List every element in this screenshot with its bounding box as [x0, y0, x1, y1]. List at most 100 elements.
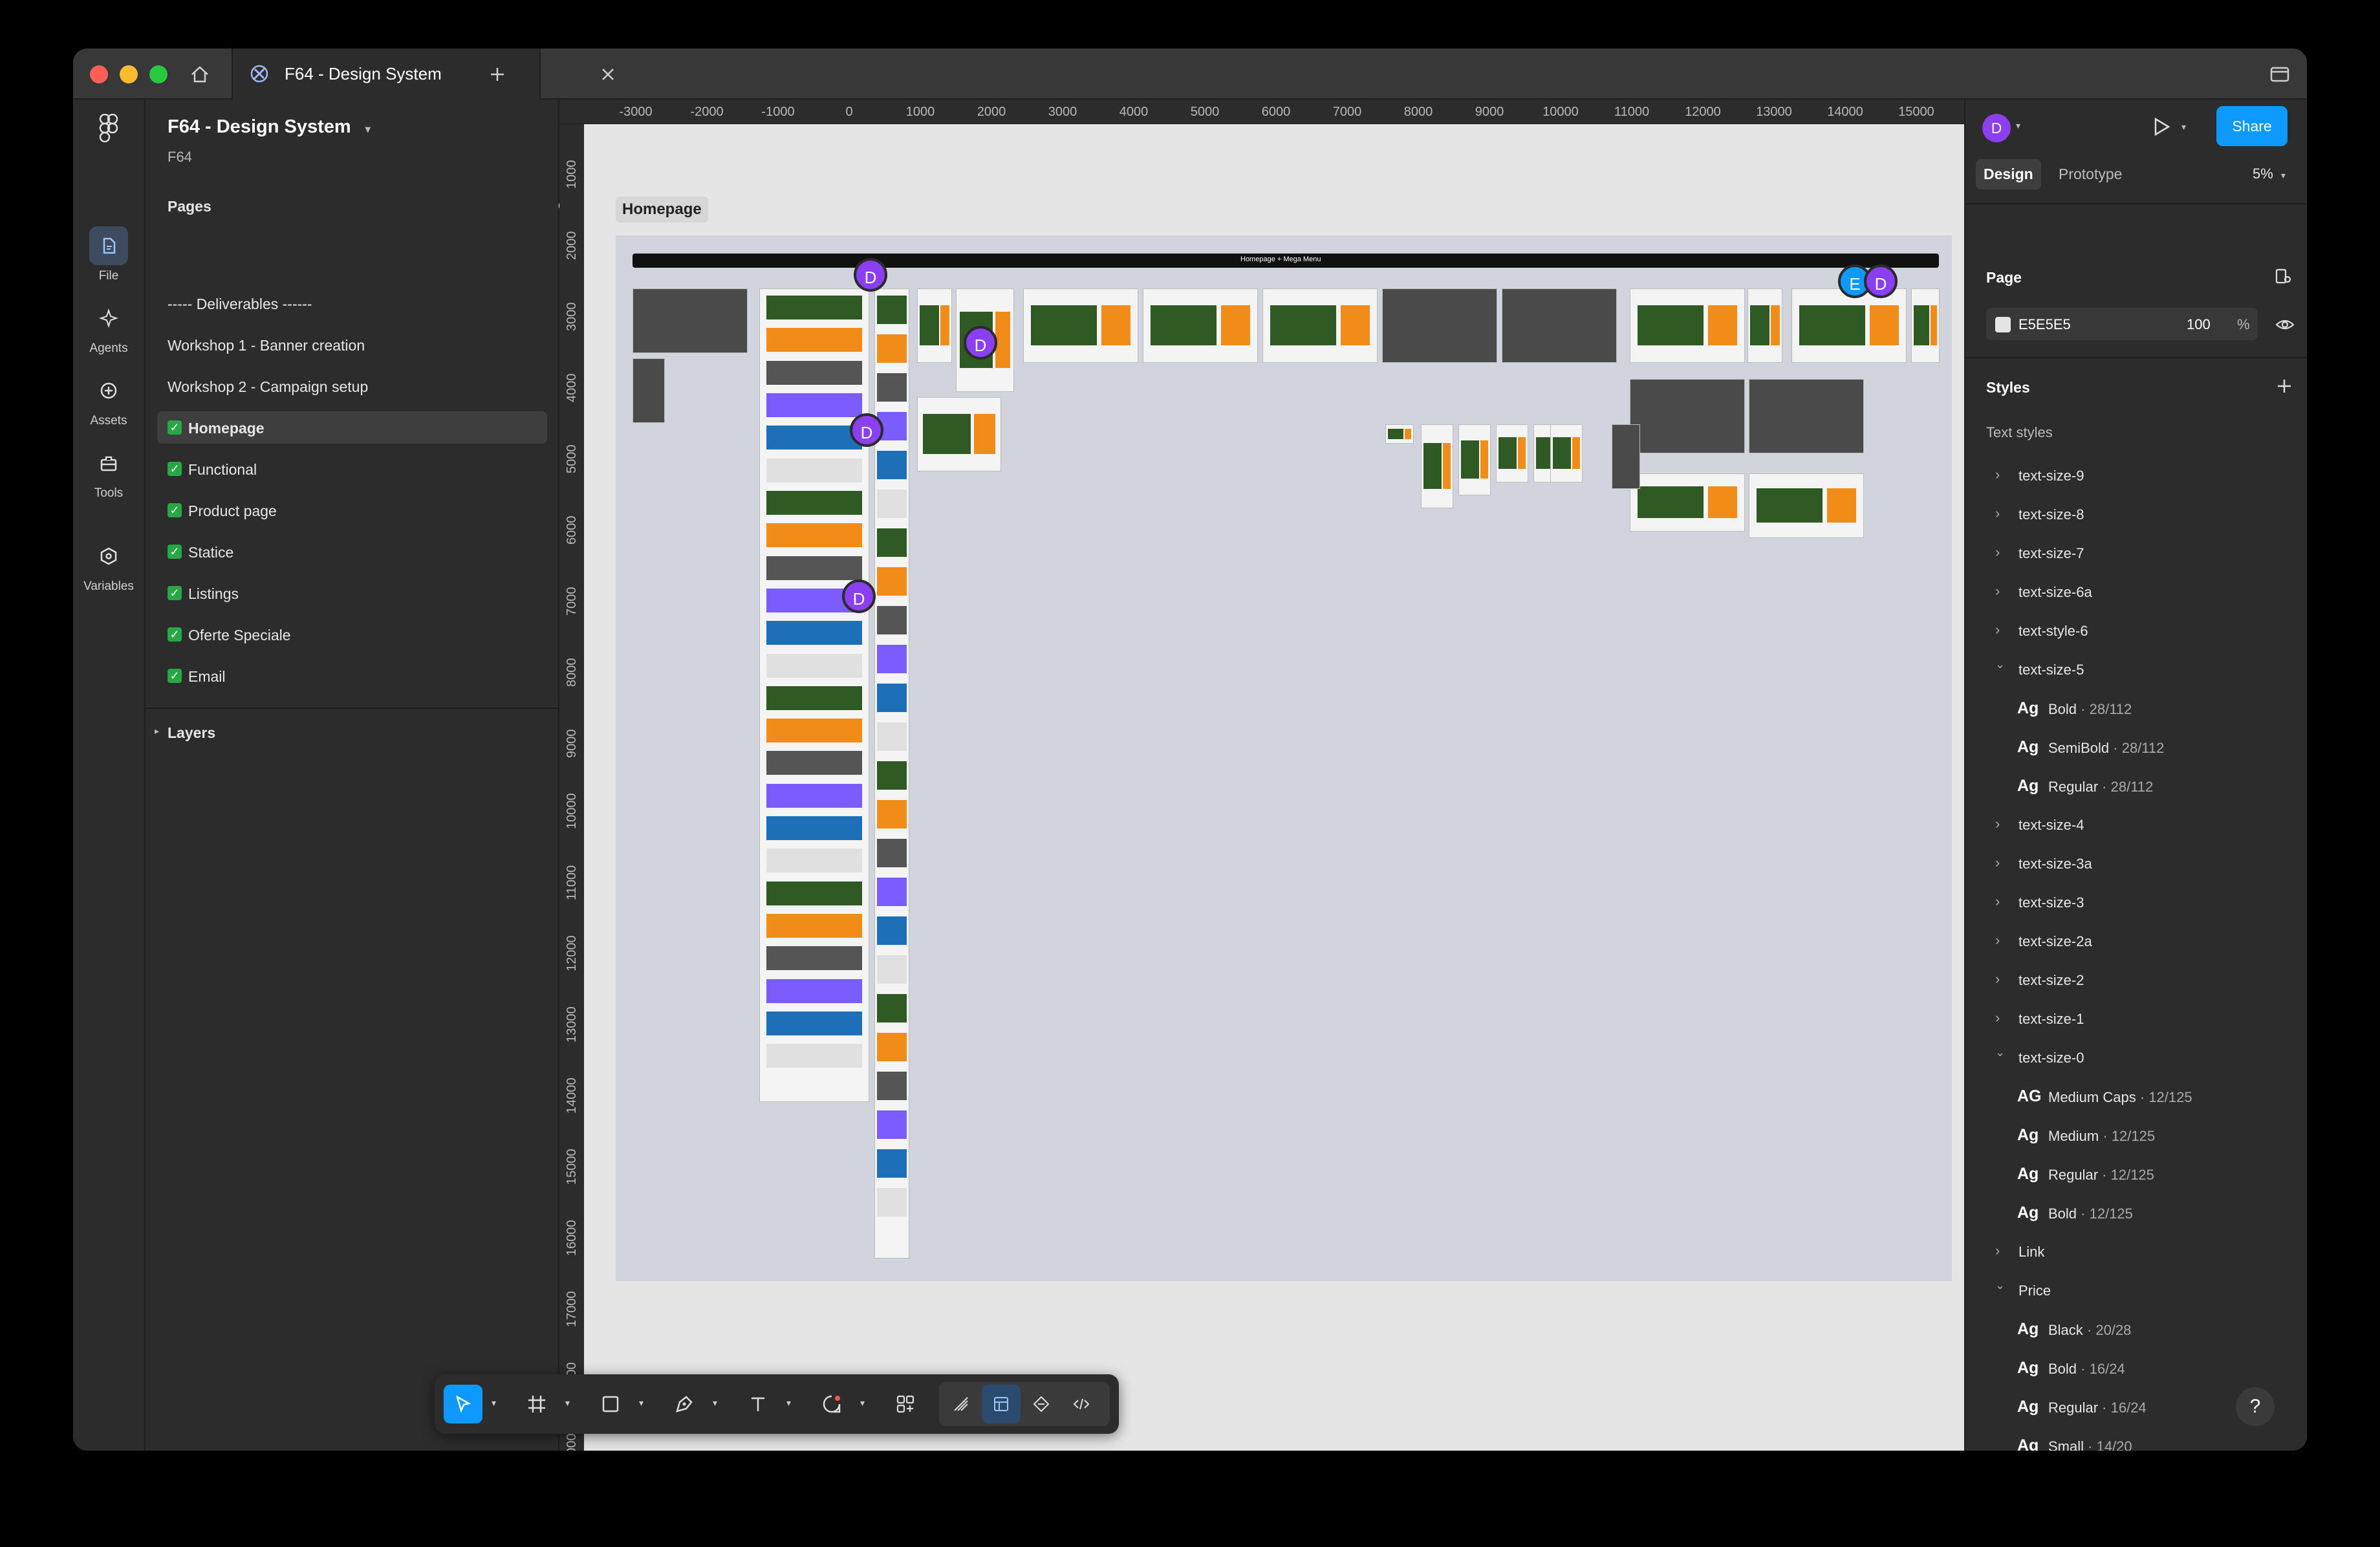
color-hex[interactable]: E5E5E5 [2018, 316, 2071, 333]
chevron-down-icon[interactable]: ▾ [565, 1398, 570, 1409]
style-group[interactable]: › Link [1965, 1236, 2307, 1268]
frame-label[interactable]: Homepage [616, 197, 708, 222]
share-button[interactable]: Share [2216, 106, 2288, 146]
frame-thumbnail[interactable] [1143, 288, 1258, 363]
text-style-item[interactable]: Ag Bold · 12/125 [1965, 1197, 2307, 1229]
chevron-down-icon[interactable]: ▾ [492, 1398, 496, 1409]
frame-thumbnail[interactable] [1496, 424, 1528, 482]
style-group[interactable]: › text-size-3a [1965, 848, 2307, 880]
text-style-item[interactable]: Ag Bold · 28/112 [1965, 693, 2307, 725]
frame-thumbnail[interactable] [1421, 424, 1453, 508]
style-group[interactable]: › text-size-3 [1965, 887, 2307, 919]
frame-thumbnail[interactable] [1911, 288, 1940, 363]
frame-thumbnail[interactable] [917, 288, 952, 363]
sidebar-layout-icon[interactable] [2269, 64, 2290, 88]
pen-tool-icon[interactable] [665, 1385, 704, 1423]
style-group[interactable]: › text-size-9 [1965, 460, 2307, 492]
dev-mode-icon[interactable] [1062, 1385, 1101, 1423]
page-item[interactable]: Workshop 1 - Banner creation [157, 329, 547, 361]
frame-thumbnail[interactable] [759, 288, 869, 1102]
draw-mode-icon[interactable] [942, 1385, 980, 1423]
style-group[interactable]: › text-size-2 [1965, 964, 2307, 997]
maximize-window-button[interactable] [149, 65, 168, 83]
new-tab-icon[interactable] [487, 64, 508, 88]
user-avatar[interactable]: D [1982, 114, 2011, 142]
comment-tool-icon[interactable] [812, 1385, 851, 1423]
frame-thumbnail[interactable] [1385, 424, 1414, 444]
frame-thumbnail[interactable] [1791, 288, 1907, 363]
opacity-value[interactable]: 100 [2187, 316, 2211, 333]
frame-thumbnail[interactable] [917, 397, 1001, 471]
visibility-eye-icon[interactable] [2275, 314, 2295, 338]
page-item[interactable]: ✓ Oferte Speciale [157, 618, 547, 651]
rail-variables[interactable]: Variables [73, 537, 144, 594]
frame-thumbnail[interactable] [1023, 288, 1138, 363]
style-group[interactable]: ⌄ text-size-5 [1965, 654, 2307, 686]
frame-thumbnail[interactable] [1550, 424, 1583, 482]
frame-thumbnail[interactable] [633, 358, 665, 423]
actions-icon[interactable] [886, 1385, 925, 1423]
text-style-item[interactable]: Ag Regular · 28/112 [1965, 770, 2307, 803]
page-item[interactable]: ✓ Functional [157, 453, 547, 485]
page-color-field[interactable]: E5E5E5 100 % [1986, 308, 2258, 340]
rail-tools[interactable]: Tools [73, 444, 144, 501]
chevron-down-icon[interactable]: ▾ [786, 1398, 791, 1409]
style-group[interactable]: ⌄ text-size-0 [1965, 1042, 2307, 1074]
minimize-window-button[interactable] [120, 65, 138, 83]
rectangle-tool-icon[interactable] [591, 1385, 630, 1423]
add-style-icon[interactable] [2275, 376, 2294, 399]
rail-file[interactable]: File [73, 226, 144, 283]
frame-thumbnail[interactable] [633, 288, 748, 353]
help-button[interactable]: ? [2236, 1387, 2275, 1426]
figma-logo-icon[interactable] [98, 113, 120, 146]
chevron-down-icon[interactable]: ▾ [2181, 122, 2186, 133]
text-style-item[interactable]: Ag Medium · 12/125 [1965, 1120, 2307, 1152]
rail-assets[interactable]: Assets [73, 371, 144, 428]
page-item[interactable]: ----- Deliverables ------ [157, 287, 547, 319]
homepage-section[interactable]: Homepage + Mega Menu DDDDED [616, 235, 1952, 1281]
frame-thumbnail[interactable] [1612, 424, 1640, 489]
rail-agents[interactable]: Agents [73, 299, 144, 356]
text-style-item[interactable]: Ag Regular · 12/125 [1965, 1158, 2307, 1191]
style-group[interactable]: › text-style-6 [1965, 615, 2307, 647]
chevron-down-icon[interactable]: ▾ [860, 1398, 865, 1409]
frame-thumbnail[interactable] [1630, 288, 1745, 363]
frame-thumbnail[interactable] [1747, 288, 1782, 363]
zoom-select[interactable]: 5% ▾ [2253, 166, 2286, 182]
page-settings-icon[interactable] [2273, 266, 2293, 289]
style-group[interactable]: ⌄ Price [1965, 1275, 2307, 1307]
page-item[interactable]: ✓ Listings [157, 577, 547, 609]
frame-thumbnail[interactable] [1502, 288, 1617, 363]
text-style-item[interactable]: AG Medium Caps · 12/125 [1965, 1081, 2307, 1113]
component-mode-icon[interactable] [1022, 1385, 1061, 1423]
text-style-item[interactable]: Ag Black · 20/28 [1965, 1314, 2307, 1346]
color-swatch[interactable] [1995, 317, 2011, 332]
frame-thumbnail[interactable] [1749, 379, 1864, 453]
frame-thumbnail[interactable] [1458, 424, 1491, 495]
layers-section[interactable]: ▸ Layers [146, 708, 558, 741]
file-name-menu[interactable]: F64 - Design System ▾ [168, 116, 371, 138]
page-item[interactable]: ✓ Product page [157, 494, 547, 526]
chevron-down-icon[interactable]: ▾ [713, 1398, 717, 1409]
present-play-icon[interactable] [2148, 114, 2174, 143]
page-item[interactable]: ✓ Email [157, 660, 547, 692]
close-window-button[interactable] [90, 65, 108, 83]
frame-thumbnail[interactable] [1262, 288, 1378, 363]
move-tool-icon[interactable] [444, 1385, 482, 1423]
tab-prototype[interactable]: Prototype [2059, 166, 2122, 183]
style-group[interactable]: › text-size-4 [1965, 809, 2307, 841]
frame-thumbnail[interactable] [1749, 473, 1864, 538]
close-tab-icon[interactable] [595, 61, 621, 91]
style-group[interactable]: › text-size-7 [1965, 537, 2307, 570]
style-group[interactable]: › text-size-1 [1965, 1003, 2307, 1035]
style-group[interactable]: › text-size-8 [1965, 499, 2307, 531]
page-item[interactable]: Workshop 2 - Campaign setup [157, 370, 547, 402]
page-item[interactable]: ✓ Homepage [157, 411, 547, 444]
style-group[interactable]: › text-size-6a [1965, 576, 2307, 609]
style-group[interactable]: › text-size-2a [1965, 925, 2307, 958]
tab-design[interactable]: Design [1976, 159, 2041, 189]
canvas[interactable]: -3000 -2000 -1000 0 1000 2000 3000 4000 5000 6000… [559, 100, 1964, 1451]
text-tool-icon[interactable] [739, 1385, 777, 1423]
home-icon[interactable] [187, 61, 213, 87]
text-style-item[interactable]: Ag SemiBold · 28/112 [1965, 731, 2307, 764]
